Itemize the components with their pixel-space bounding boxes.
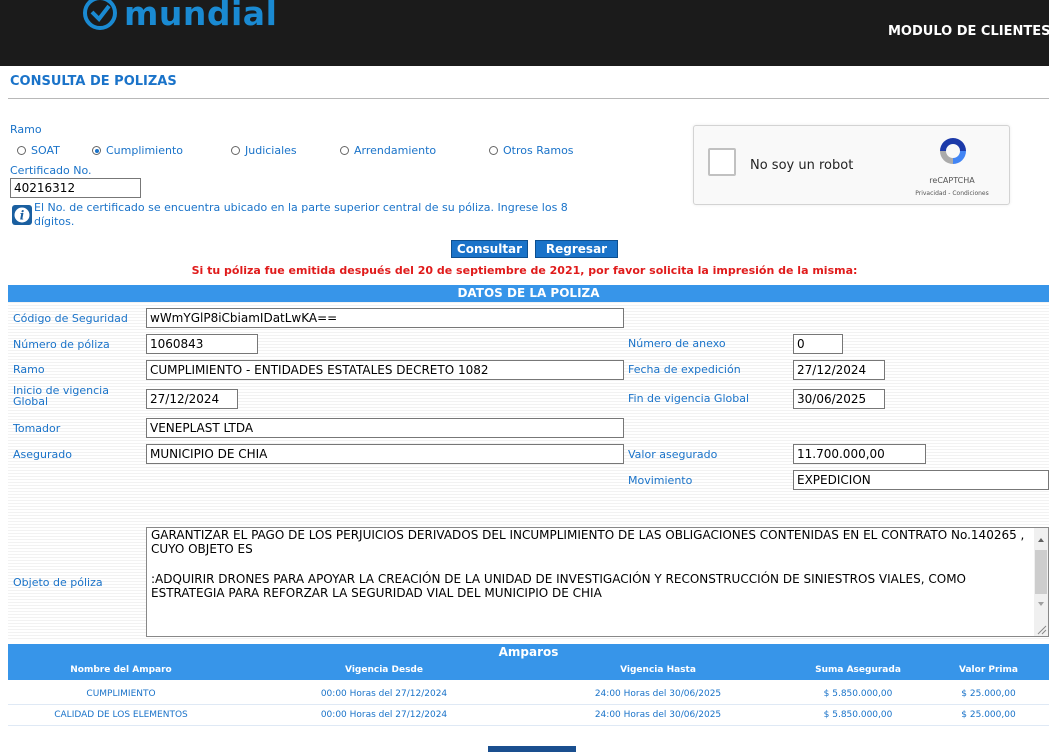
ramo-radio-group: SOAT Cumplimiento Judiciales Arrendamien…	[17, 144, 617, 158]
ramo-field-label: Ramo	[13, 363, 45, 376]
ramo-label: Ramo	[10, 123, 42, 136]
radio-judiciales-label: Judiciales	[245, 144, 297, 157]
radio-cumplimiento[interactable]: Cumplimiento	[92, 144, 183, 157]
radio-arrendamiento-button[interactable]	[340, 146, 349, 155]
inicio-vigencia-field: 27/12/2024	[146, 389, 238, 409]
amparo-prima: $ 25.000,00	[961, 689, 1016, 699]
module-title: MODULO DE CLIENTES	[888, 24, 1049, 39]
recaptcha-logo-icon	[940, 138, 966, 164]
numero-poliza-field: 1060843	[146, 334, 258, 354]
col-vigencia-desde: Vigencia Desde	[345, 665, 423, 675]
radio-cumplimiento-label: Cumplimiento	[106, 144, 184, 157]
recaptcha-widget: No soy un robot reCAPTCHA Privacidad - C…	[693, 125, 1010, 205]
objeto-paragraph-1: GARANTIZAR EL PAGO DE LOS PERJUICIOS DER…	[151, 528, 1025, 556]
radio-arrendamiento[interactable]: Arrendamiento	[340, 144, 436, 157]
radio-judiciales[interactable]: Judiciales	[231, 144, 297, 157]
amparo-hasta: 24:00 Horas del 30/06/2025	[594, 710, 722, 720]
bottom-button[interactable]	[488, 746, 576, 752]
amparo-suma: $ 5.850.000,00	[823, 710, 893, 720]
codigo-label: Código de Seguridad	[13, 312, 128, 325]
radio-otros-ramos-button[interactable]	[489, 146, 498, 155]
regresar-button[interactable]: Regresar	[535, 240, 618, 258]
title-divider	[8, 98, 1049, 99]
amparos-header: Amparos	[8, 644, 1049, 661]
numero-poliza-label: Número de póliza	[13, 338, 110, 351]
logo-mark-icon	[83, 0, 117, 30]
col-suma-asegurada: Suma Asegurada	[815, 665, 901, 675]
recaptcha-checkbox[interactable]	[708, 148, 736, 176]
datos-header: DATOS DE LA POLIZA	[8, 285, 1049, 302]
valor-asegurado-label: Valor asegurado	[628, 448, 718, 461]
fin-vigencia-label: Fin de vigencia Global	[628, 392, 750, 405]
brand-logo: mundial	[82, 0, 277, 36]
col-nombre-amparo: Nombre del Amparo	[70, 665, 172, 675]
amparo-nombre: CALIDAD DE LOS ELEMENTOS	[54, 710, 188, 720]
radio-cumplimiento-button[interactable]	[92, 146, 101, 155]
radio-arrendamiento-label: Arrendamiento	[354, 144, 437, 157]
col-valor-prima: Valor Prima	[959, 665, 1018, 675]
radio-soat[interactable]: SOAT	[17, 144, 60, 157]
tomador-field: VENEPLAST LTDA	[146, 418, 624, 438]
asegurado-field: MUNICIPIO DE CHIA	[146, 444, 624, 464]
header-bar: mundial MODULO DE CLIENTES	[0, 0, 1049, 66]
consultar-button[interactable]: Consultar	[451, 240, 528, 258]
table-row: CUMPLIMIENTO 00:00 Horas del 27/12/2024 …	[8, 685, 1049, 705]
page-title: CONSULTA DE POLIZAS	[10, 74, 177, 89]
tomador-label: Tomador	[13, 422, 61, 435]
inicio-vigencia-label: Inicio de vigencia Global	[13, 384, 109, 408]
numero-anexo-field: 0	[793, 334, 843, 354]
fecha-expedicion-field: 27/12/2024	[793, 360, 885, 380]
col-vigencia-hasta: Vigencia Hasta	[620, 665, 696, 675]
movimiento-label: Movimiento	[628, 474, 693, 487]
info-icon: i	[12, 205, 32, 225]
ramo-field: CUMPLIMIENTO - ENTIDADES ESTATALES DECRE…	[146, 360, 624, 380]
warning-message: Si tu póliza fue emitida después del 20 …	[191, 264, 858, 277]
radio-soat-label: SOAT	[31, 144, 60, 157]
scrollbar-arrows-icon	[1035, 538, 1047, 635]
recaptcha-brand: reCAPTCHA	[929, 176, 975, 185]
logo-text: mundial	[124, 0, 278, 33]
recaptcha-label: No soy un robot	[750, 158, 854, 173]
recaptcha-links[interactable]: Privacidad - Condiciones	[900, 190, 1004, 197]
radio-judiciales-button[interactable]	[231, 146, 240, 155]
amparos-table-header: Nombre del Amparo Vigencia Desde Vigenci…	[8, 661, 1049, 680]
radio-otros-ramos-label: Otros Ramos	[503, 144, 574, 157]
amparo-nombre: CUMPLIMIENTO	[86, 689, 156, 699]
objeto-textarea[interactable]: GARANTIZAR EL PAGO DE LOS PERJUICIOS DER…	[146, 527, 1049, 637]
certificado-help-text: El No. de certificado se encuentra ubica…	[34, 201, 568, 228]
amparo-desde: 00:00 Horas del 27/12/2024	[320, 689, 448, 699]
valor-asegurado-field: 11.700.000,00	[793, 444, 926, 464]
numero-anexo-label: Número de anexo	[628, 337, 726, 350]
amparo-desde: 00:00 Horas del 27/12/2024	[320, 710, 448, 720]
certificado-input[interactable]: 40216312	[10, 178, 141, 198]
fecha-expedicion-label: Fecha de expedición	[628, 363, 741, 376]
objeto-paragraph-2: :ADQUIRIR DRONES PARA APOYAR LA CREACIÓN…	[151, 572, 966, 600]
amparo-hasta: 24:00 Horas del 30/06/2025	[594, 689, 722, 699]
objeto-spacer	[151, 556, 1030, 572]
movimiento-field: EXPEDICION	[793, 470, 1049, 490]
table-row: CALIDAD DE LOS ELEMENTOS 00:00 Horas del…	[8, 706, 1049, 726]
svg-text:i: i	[20, 209, 25, 223]
codigo-field: wWmYGlP8iCbiamIDatLwKA==	[146, 308, 624, 328]
objeto-label: Objeto de póliza	[13, 576, 103, 589]
radio-soat-button[interactable]	[17, 146, 26, 155]
amparo-suma: $ 5.850.000,00	[823, 689, 893, 699]
radio-otros-ramos[interactable]: Otros Ramos	[489, 144, 574, 157]
amparo-prima: $ 25.000,00	[961, 710, 1016, 720]
fin-vigencia-field: 30/06/2025	[793, 389, 885, 409]
objeto-scrollbar[interactable]	[1034, 528, 1048, 636]
asegurado-label: Asegurado	[13, 448, 72, 461]
certificado-label: Certificado No.	[10, 164, 92, 177]
